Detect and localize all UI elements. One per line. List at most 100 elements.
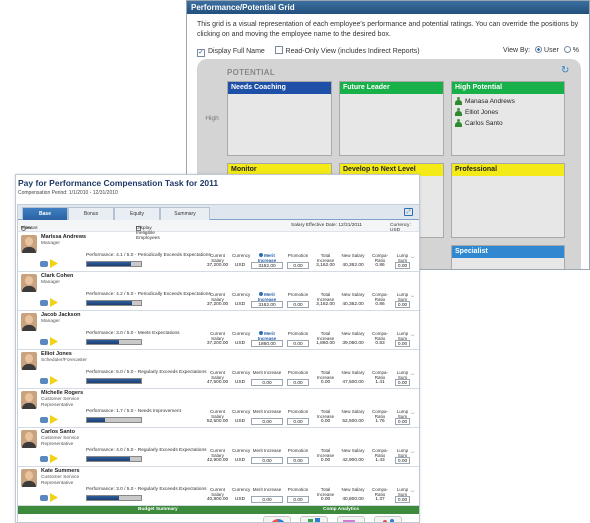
- grid-employee-chip[interactable]: Elliot Jones: [455, 108, 564, 116]
- column-label-promotion: Promotion: [286, 292, 310, 297]
- new_salary-value: 40,362.00: [342, 302, 364, 307]
- column-label-promotion: Promotion: [286, 370, 310, 375]
- grid-box-1[interactable]: Future Leader: [339, 81, 444, 156]
- merit-input[interactable]: 3162.00: [251, 262, 283, 269]
- merit-input[interactable]: 0.00: [251, 379, 283, 386]
- person-icon: [455, 119, 462, 127]
- employee-row[interactable]: Jacob Jackson Manager Performance: 3.0 / 5…: [18, 311, 419, 350]
- compare-icon[interactable]: [40, 339, 48, 345]
- avatar: [21, 469, 37, 487]
- avatar: [21, 313, 37, 331]
- merit-input[interactable]: 0.00: [251, 496, 283, 503]
- column-label-promotion: Promotion: [286, 331, 310, 336]
- column-label-text: New Salary: [341, 370, 365, 375]
- display-full-name-label: Display Full Name: [208, 48, 265, 55]
- flag-icon[interactable]: [50, 415, 58, 424]
- lump-input[interactable]: 0.00: [395, 457, 410, 464]
- display-full-name-checkbox[interactable]: ✓ Display Full Name: [197, 48, 265, 57]
- lump-input[interactable]: 0.00: [395, 379, 410, 386]
- grid-employee-chip[interactable]: Carlos Santo: [455, 119, 564, 127]
- lump-input[interactable]: 0.00: [395, 301, 410, 308]
- flag-icon[interactable]: [50, 376, 58, 385]
- merit-input[interactable]: 0.00: [251, 457, 283, 464]
- promotion-input[interactable]: 0.00: [287, 262, 309, 269]
- flag-icon[interactable]: [50, 337, 58, 346]
- view-by-percent-radio[interactable]: %: [561, 46, 579, 54]
- grid-box-2[interactable]: High Potential Manasa Andrews Elliot Jones…: [451, 81, 565, 156]
- row-actions: [40, 337, 60, 347]
- employee-row[interactable]: Kate Summers Customer Service Representat…: [18, 467, 419, 506]
- grid-box-0[interactable]: Needs Coaching: [227, 81, 332, 156]
- read-only-view-checkbox[interactable]: Read-Only View (includes Indirect Report…: [274, 46, 420, 55]
- tab-summary[interactable]: Summary: [160, 207, 210, 220]
- compa-value: 0.86: [375, 263, 385, 268]
- scatter-glyph: [390, 519, 394, 522]
- promotion-input[interactable]: 0.00: [287, 301, 309, 308]
- column-label-currency: Currency: [232, 331, 250, 336]
- employee-row[interactable]: Clark Cohen Manager Performance: 4.2 / 5.0…: [18, 272, 419, 311]
- employee-name[interactable]: Michelle Rogers: [41, 390, 83, 396]
- expand-icon[interactable]: ⤢: [404, 208, 413, 216]
- merit-input[interactable]: 3162.00: [251, 301, 283, 308]
- flag-icon[interactable]: [50, 493, 58, 502]
- flag-icon[interactable]: [50, 454, 58, 463]
- compare-icon[interactable]: [40, 261, 48, 267]
- grid-box-5[interactable]: Professional: [451, 163, 565, 238]
- employee-name[interactable]: Carlos Santo: [41, 429, 75, 435]
- employee-row[interactable]: Michelle Rogers Customer Service Represen…: [18, 389, 419, 428]
- column-label-text: Currency: [232, 487, 251, 492]
- column-label-text: Currency: [232, 370, 251, 375]
- lump-input[interactable]: 0.00: [395, 418, 410, 425]
- grid-employee-chip[interactable]: Manasa Andrews: [455, 97, 564, 105]
- employee-row[interactable]: Elliot Jones Scheduler/Forecaster Performa…: [18, 350, 419, 389]
- analytics-pie-chart-icon[interactable]: [263, 516, 291, 522]
- analytics-bar-chart-icon[interactable]: [300, 516, 328, 522]
- currency-value: USD: [234, 263, 246, 268]
- employee-name[interactable]: Clark Cohen: [41, 273, 73, 279]
- column-label-new-salary: New Salary: [341, 409, 365, 414]
- merit-input[interactable]: 1860.00: [251, 340, 283, 347]
- flag-icon[interactable]: [50, 259, 58, 268]
- column-label-text: Currency: [232, 292, 251, 297]
- compare-icon[interactable]: [40, 378, 48, 384]
- grid-employee-name: Manasa Andrews: [465, 97, 515, 105]
- flag-icon[interactable]: [50, 298, 58, 307]
- grid-box-7[interactable]: Specialist: [451, 245, 565, 269]
- total-value: 0.00: [320, 458, 331, 463]
- performance-bar: [86, 495, 142, 501]
- employee-row[interactable]: Marissa Andrews Manager Performance: 4.1 /…: [18, 233, 419, 272]
- column-label-text: Promotion: [287, 448, 309, 453]
- promotion-input[interactable]: 0.00: [287, 496, 309, 503]
- bar-glyph: [308, 519, 313, 522]
- compare-icon[interactable]: [40, 456, 48, 462]
- tab-bonus[interactable]: Bonus: [68, 207, 114, 220]
- promotion-input[interactable]: 0.00: [287, 379, 309, 386]
- lump-input[interactable]: 0.00: [395, 340, 410, 347]
- merit-input[interactable]: 0.00: [251, 418, 283, 425]
- analytics-gantt-chart-icon[interactable]: [337, 516, 365, 522]
- performance-bar: [86, 417, 142, 423]
- employee-name[interactable]: Elliot Jones: [41, 351, 72, 357]
- promotion-input[interactable]: 0.00: [287, 457, 309, 464]
- column-label-new-salary: New Salary: [341, 292, 365, 297]
- employee-name[interactable]: Kate Summers: [41, 468, 80, 474]
- compare-icon[interactable]: [40, 300, 48, 306]
- compa-value: 1.76: [375, 419, 385, 424]
- promotion-input[interactable]: 0.00: [287, 340, 309, 347]
- refresh-icon[interactable]: ↻: [561, 66, 571, 76]
- employee-name[interactable]: Marissa Andrews: [41, 234, 86, 240]
- lump-input[interactable]: 0.00: [395, 496, 410, 503]
- column-label-text: Merit Increase: [252, 370, 282, 375]
- compare-icon[interactable]: [40, 495, 48, 501]
- tab-equity[interactable]: Equity: [114, 207, 160, 220]
- employee-row[interactable]: Carlos Santo Customer Service Representat…: [18, 428, 419, 467]
- analytics-scatter-chart-icon[interactable]: [374, 516, 402, 522]
- view-by-user-radio[interactable]: User: [532, 46, 559, 54]
- tab-base[interactable]: Base: [22, 207, 68, 220]
- lump-input[interactable]: 0.00: [395, 262, 410, 269]
- pie-glyph: [270, 519, 286, 522]
- compare-icon[interactable]: [40, 417, 48, 423]
- promotion-input[interactable]: 0.00: [287, 418, 309, 425]
- employee-name[interactable]: Jacob Jackson: [41, 312, 80, 318]
- column-label-text: Currency: [232, 409, 251, 414]
